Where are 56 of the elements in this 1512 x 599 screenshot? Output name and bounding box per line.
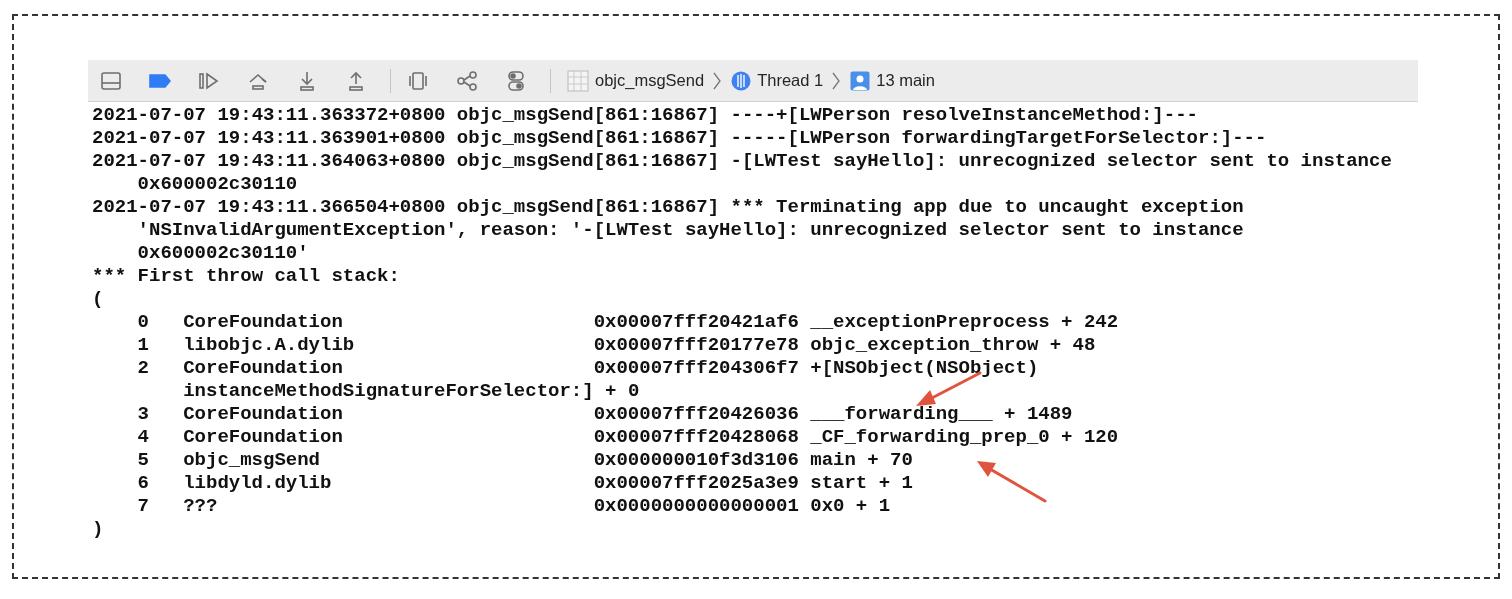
- frame-library: CoreFoundation: [183, 357, 344, 380]
- log-line: 2021-07-07 19:43:11.363901+0800 objc_msgSend[861:16867] -----[LWPerson forwardingTargetForSelector:]---: [92, 127, 1267, 150]
- panel-toggle-icon[interactable]: [100, 69, 122, 92]
- frame-symbol: main + 70: [810, 449, 913, 472]
- app-icon: [567, 69, 589, 92]
- frame-library: CoreFoundation: [183, 403, 344, 426]
- log-line: (: [92, 288, 104, 311]
- frame-symbol: instanceMethodSignatureForSelector:] + 0: [183, 380, 640, 403]
- frame-index: 5: [137, 449, 150, 472]
- frame-index: 6: [137, 472, 150, 495]
- frame-address: 0x00007fff20177e78: [593, 334, 800, 357]
- log-line: 0x600002c30110': [137, 242, 309, 265]
- frame-symbol: start + 1: [810, 472, 913, 495]
- person-icon: [850, 70, 871, 91]
- frame-library: CoreFoundation: [183, 426, 344, 449]
- view-hierarchy-icon[interactable]: [407, 69, 429, 92]
- frame-address: 0x00007fff2025a3e9: [593, 472, 800, 495]
- log-line: 2021-07-07 19:43:11.363372+0800 objc_msgSend[861:16867] ----+[LWPerson resolveInstanceMethod:]---: [92, 104, 1198, 127]
- frame-address: 0x00007fff20428068: [593, 426, 800, 449]
- log-line: 0x600002c30110: [137, 173, 298, 196]
- frame-address: 0x000000010f3d3106: [593, 449, 800, 472]
- jump-bar-item[interactable]: 13 main: [876, 71, 935, 90]
- log-line: 'NSInvalidArgumentException', reason: '-[LWTest sayHello]: unrecognized selector sent to instance: [137, 219, 1244, 242]
- thread-icon: [731, 70, 752, 91]
- frame-symbol: ___forwarding___ + 1489: [810, 403, 1073, 426]
- frame-symbol: __exceptionPreprocess + 242: [810, 311, 1119, 334]
- frame-library: CoreFoundation: [183, 311, 344, 334]
- frame-library: objc_msgSend: [183, 449, 321, 472]
- frame-index: 1: [137, 334, 150, 357]
- jump-bar-item[interactable]: objc_msgSend: [595, 71, 705, 90]
- log-line: *** First throw call stack:: [92, 265, 400, 288]
- frame-index: 0: [137, 311, 150, 334]
- frame-symbol: 0x0 + 1: [810, 495, 891, 518]
- frame-address: 0x00007fff204306f7: [593, 357, 800, 380]
- log-line: ): [92, 518, 104, 541]
- jump-bar-item[interactable]: Thread 1: [757, 71, 824, 90]
- frame-address: 0x00007fff20426036: [593, 403, 800, 426]
- log-line: 2021-07-07 19:43:11.366504+0800 objc_msgSend[861:16867] *** Terminating app due to uncaught exception: [92, 196, 1244, 219]
- frame-symbol: _CF_forwarding_prep_0 + 120: [810, 426, 1119, 449]
- frame-address: 0x00007fff20421af6: [593, 311, 800, 334]
- log-line: 2021-07-07 19:43:11.364063+0800 objc_msgSend[861:16867] -[LWTest sayHello]: unrecognized selector sent to instance: [92, 150, 1392, 173]
- frame-symbol: objc_exception_throw + 48: [810, 334, 1096, 357]
- frame-index: 2: [137, 357, 150, 380]
- annotation-arrow: [977, 461, 1047, 503]
- chevron-icon: [832, 70, 841, 91]
- environment-toggle-icon[interactable]: [505, 69, 527, 92]
- frame-index: 7: [137, 495, 150, 518]
- frame-index: 3: [137, 403, 150, 426]
- frame-address: 0x0000000000000001: [593, 495, 800, 518]
- frame-library: ???: [183, 495, 219, 518]
- frame-library: libobjc.A.dylib: [183, 334, 356, 357]
- frame-library: libdyld.dylib: [183, 472, 333, 495]
- frame-index: 4: [137, 426, 150, 449]
- memory-graph-icon[interactable]: [456, 69, 478, 92]
- frame-symbol: +[NSObject(NSObject): [810, 357, 1039, 380]
- chevron-icon: [713, 70, 722, 91]
